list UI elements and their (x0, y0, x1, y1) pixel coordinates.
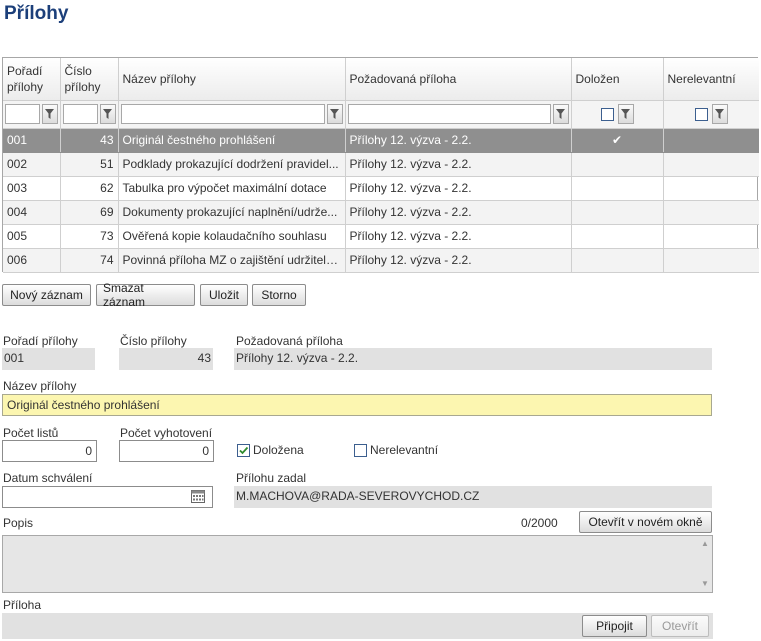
cell-dolozen (571, 224, 664, 249)
table-row[interactable]: 001 43 Originál čestného prohlášení Přílohy… (3, 128, 759, 153)
filter-nazev-input[interactable] (120, 104, 325, 124)
dolozena-checkbox-row[interactable]: Doložena (237, 443, 304, 457)
cell-nerelevantni (663, 248, 759, 273)
table-row[interactable]: 004 69 Dokumenty prokazující naplnění/udrž… (3, 200, 759, 225)
zadal-label: Přílohu zadal (236, 471, 307, 485)
popis-textarea[interactable]: ▲ ▼ (2, 535, 713, 593)
cancel-button[interactable]: Storno (252, 284, 306, 306)
cell-cislo: 51 (60, 152, 119, 177)
datum-input[interactable] (2, 486, 213, 508)
filter-icon[interactable] (99, 104, 116, 124)
datum-label: Datum schválení (3, 471, 93, 485)
pocet-listu-input[interactable]: 0 (2, 440, 97, 462)
new-record-button[interactable]: Nový záznam (2, 284, 91, 306)
scroll-down-icon[interactable]: ▼ (699, 578, 711, 590)
cell-pozadovana: Přílohy 12. výzva - 2.2. (345, 176, 572, 201)
delete-record-button[interactable]: Smazat záznam (96, 281, 195, 309)
cell-cislo: 73 (60, 224, 119, 249)
cell-dolozen (571, 176, 664, 201)
cell-nazev: Originál čestného prohlášení (118, 128, 346, 153)
cell-nazev: Ověřená kopie kolaudačního souhlasu (118, 224, 346, 249)
poradi-value: 001 (2, 348, 95, 370)
checkmark-icon: ✔ (611, 133, 623, 147)
cell-nazev: Dokumenty prokazující naplnění/udrže... (118, 200, 346, 225)
table-row[interactable]: 002 51 Podklady prokazující dodržení pravi… (3, 152, 759, 177)
pozadovana-value: Přílohy 12. výzva - 2.2. (234, 348, 712, 370)
attach-button[interactable]: Připojit (582, 615, 647, 637)
col-header-nazev[interactable]: Název přílohy (118, 58, 346, 101)
cell-dolozen (571, 200, 664, 225)
filter-icon[interactable] (552, 104, 569, 124)
table-row[interactable]: 006 74 Povinná příloha MZ o zajištění udrž… (3, 248, 759, 273)
cell-nerelevantni (663, 128, 759, 153)
cell-nerelevantni (663, 176, 759, 201)
pocet-vyhotoveni-input[interactable]: 0 (119, 440, 214, 462)
cell-pozadovana: Přílohy 12. výzva - 2.2. (345, 248, 572, 273)
scroll-up-icon[interactable]: ▲ (699, 538, 711, 550)
popis-label: Popis (3, 516, 34, 530)
col-header-poradi[interactable]: Pořadí přílohy (3, 58, 61, 101)
nerelevantni-checkbox[interactable] (354, 443, 367, 457)
cell-cislo: 43 (60, 128, 119, 153)
cell-poradi: 005 (3, 224, 61, 249)
filter-icon[interactable] (41, 104, 58, 124)
filter-icon[interactable] (711, 104, 728, 124)
filter-dolozen-checkbox[interactable] (600, 107, 614, 121)
filter-poradi-input[interactable] (5, 104, 40, 124)
open-button[interactable]: Otevřít (651, 615, 709, 637)
calendar-icon[interactable] (191, 490, 205, 503)
cell-poradi: 002 (3, 152, 61, 177)
pocet-listu-label: Počet listů (3, 426, 59, 440)
cell-pozadovana: Přílohy 12. výzva - 2.2. (345, 224, 572, 249)
cell-cislo: 62 (60, 176, 119, 201)
col-header-pozadovana[interactable]: Požadovaná příloha (345, 58, 572, 101)
cell-nazev: Tabulka pro výpočet maximální dotace (118, 176, 346, 201)
filter-nerelevantni-checkbox[interactable] (694, 107, 708, 121)
cell-poradi: 004 (3, 200, 61, 225)
pozadovana-label: Požadovaná příloha (236, 334, 343, 348)
cell-poradi: 003 (3, 176, 61, 201)
cislo-value: 43 (119, 348, 213, 370)
cell-nerelevantni (663, 200, 759, 225)
poradi-label: Pořadí přílohy (3, 334, 78, 348)
nazev-input[interactable]: Originál čestného prohlášení (2, 394, 712, 416)
col-header-dolozen[interactable]: Doložen (571, 58, 664, 101)
nerelevantni-checkbox-row[interactable]: Nerelevantní (354, 443, 438, 457)
popis-counter: 0/2000 (521, 516, 558, 530)
cislo-label: Číslo přílohy (120, 334, 187, 348)
filter-icon[interactable] (617, 104, 634, 124)
cell-pozadovana: Přílohy 12. výzva - 2.2. (345, 152, 572, 177)
dolozena-checkbox[interactable] (237, 443, 250, 457)
cell-poradi: 006 (3, 248, 61, 273)
filter-icon[interactable] (326, 104, 343, 124)
open-new-window-button[interactable]: Otevřít v novém okně (579, 511, 712, 533)
attachments-grid: Pořadí přílohy Číslo přílohy Název přílohy… (2, 57, 759, 273)
priloha-label: Příloha (3, 598, 42, 612)
save-button[interactable]: Uložit (200, 284, 248, 306)
cell-cislo: 74 (60, 248, 119, 273)
cell-nazev: Podklady prokazující dodržení pravidel..… (118, 152, 346, 177)
table-row[interactable]: 003 62 Tabulka pro výpočet maximální dotac… (3, 176, 759, 201)
cell-nerelevantni (663, 152, 759, 177)
nazev-label: Název přílohy (3, 379, 77, 393)
dolozena-label: Doložena (253, 443, 304, 457)
filter-pozadovana-input[interactable] (347, 104, 551, 124)
filter-cislo-input[interactable] (62, 104, 98, 124)
zadal-value: M.MACHOVA@RADA-SEVEROVYCHOD.CZ (234, 486, 712, 508)
cell-pozadovana: Přílohy 12. výzva - 2.2. (345, 200, 572, 225)
col-header-nerelevantni[interactable]: Nerelevantní (663, 58, 759, 101)
cell-dolozen (571, 248, 664, 273)
cell-cislo: 69 (60, 200, 119, 225)
nerelevantni-label: Nerelevantní (370, 443, 439, 457)
page-title: Přílohy (4, 3, 69, 24)
cell-poradi: 001 (3, 128, 61, 153)
cell-pozadovana: Přílohy 12. výzva - 2.2. (345, 128, 572, 153)
pocet-vyhotoveni-label: Počet vyhotovení (120, 426, 213, 440)
cell-dolozen: ✔ (571, 128, 664, 153)
table-row[interactable]: 005 73 Ověřená kopie kolaudačního souhlasu… (3, 224, 759, 249)
cell-nazev: Povinná příloha MZ o zajištění udržiteln… (118, 248, 346, 273)
cell-dolozen (571, 152, 664, 177)
col-header-cislo[interactable]: Číslo přílohy (60, 58, 119, 101)
cell-nerelevantni (663, 224, 759, 249)
